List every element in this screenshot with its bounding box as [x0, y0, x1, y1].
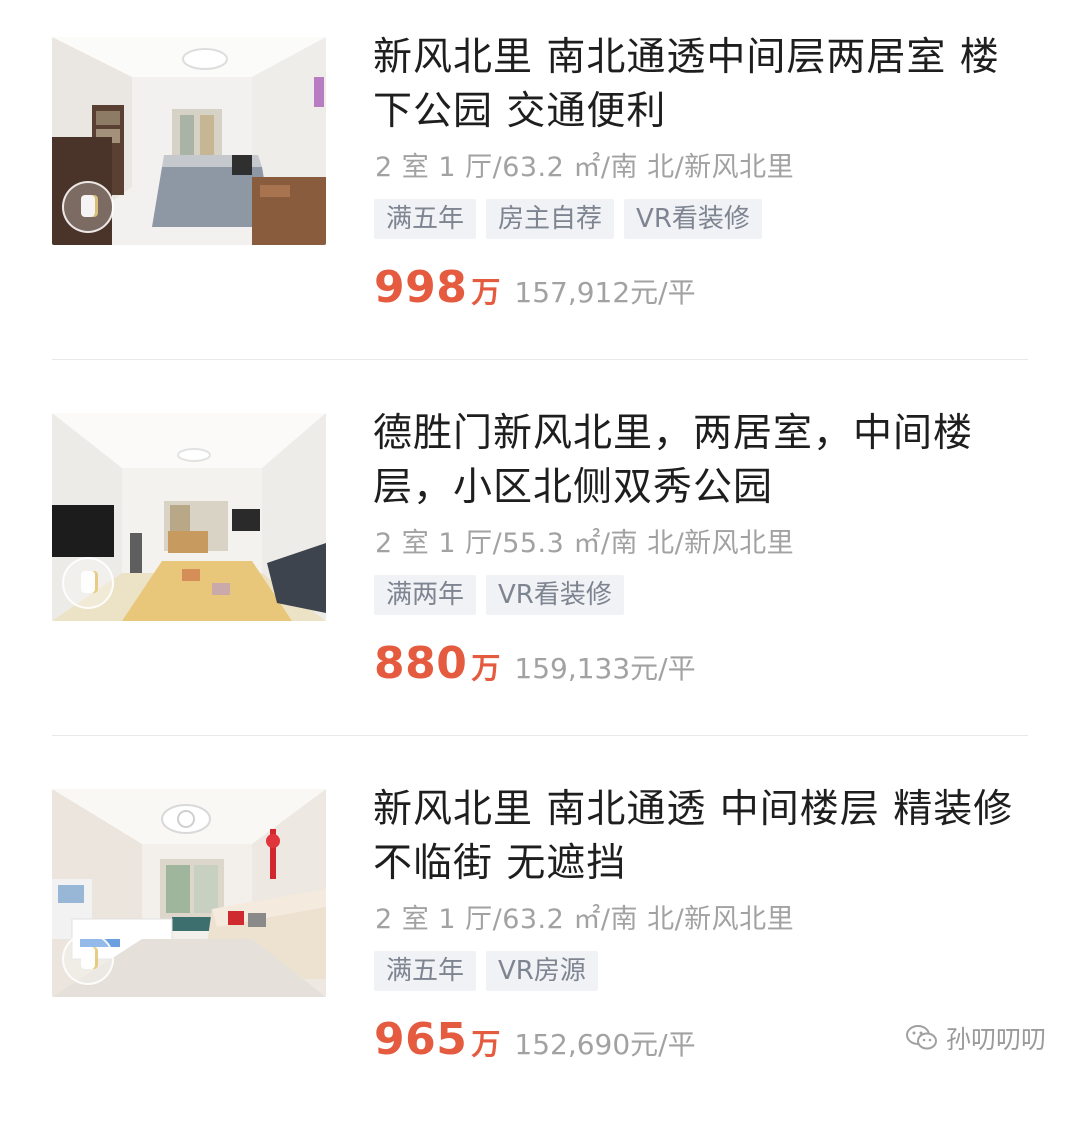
tag: 满五年	[374, 951, 477, 991]
listing-meta: 2 室 1 厅/55.3 ㎡/南 北/新风北里	[375, 528, 795, 559]
tag-list: 满五年 VR房源	[374, 951, 598, 991]
unit-price: 152,690元/平	[514, 1028, 696, 1061]
unit-price: 159,133元/平	[514, 652, 696, 685]
unit-price: 157,912元/平	[514, 276, 696, 309]
listing-meta: 2 室 1 厅/63.2 ㎡/南 北/新风北里	[375, 152, 795, 183]
listing-thumbnail[interactable]	[52, 37, 326, 245]
tag: 满五年	[374, 199, 477, 239]
tag: VR房源	[486, 951, 598, 991]
listing-title[interactable]: 新风北里 南北通透 中间楼层 精装修 不临街 无遮挡	[373, 783, 1023, 891]
listing-card[interactable]: 新风北里 南北通透 中间楼层 精装修 不临街 无遮挡 2 室 1 厅/63.2 …	[0, 752, 1080, 1128]
listing-thumbnail[interactable]	[52, 789, 326, 997]
price-unit: 万	[471, 1027, 501, 1061]
vr-panorama-icon	[62, 181, 114, 233]
tag: VR看装修	[624, 199, 762, 239]
total-price: 880	[374, 638, 468, 689]
listing-title[interactable]: 新风北里 南北通透中间层两居室 楼下公园 交通便利	[373, 31, 1023, 139]
vr-panorama-icon	[62, 933, 114, 985]
vr-panorama-icon	[62, 557, 114, 609]
watermark: 孙叨叨叨	[905, 1020, 1046, 1056]
tag: 满两年	[374, 575, 477, 615]
listing-title[interactable]: 德胜门新风北里，两居室，中间楼层，小区北侧双秀公园	[373, 407, 1023, 515]
total-price: 965	[374, 1014, 468, 1065]
tag: 房主自荐	[486, 199, 615, 239]
price-row: 998 万 157,912元/平	[374, 262, 696, 313]
divider	[52, 359, 1028, 360]
listing-card[interactable]: 新风北里 南北通透中间层两居室 楼下公园 交通便利 2 室 1 厅/63.2 ㎡…	[0, 0, 1080, 376]
price-unit: 万	[471, 651, 501, 685]
listing-card[interactable]: 德胜门新风北里，两居室，中间楼层，小区北侧双秀公园 2 室 1 厅/55.3 ㎡…	[0, 376, 1080, 752]
price-row: 880 万 159,133元/平	[374, 638, 696, 689]
listing-thumbnail[interactable]	[52, 413, 326, 621]
price-row: 965 万 152,690元/平	[374, 1014, 696, 1065]
tag: VR看装修	[486, 575, 624, 615]
watermark-text: 孙叨叨叨	[945, 1025, 1046, 1054]
tag-list: 满两年 VR看装修	[374, 575, 624, 615]
divider	[52, 735, 1028, 736]
total-price: 998	[374, 262, 468, 313]
listing-meta: 2 室 1 厅/63.2 ㎡/南 北/新风北里	[375, 904, 795, 935]
tag-list: 满五年 房主自荐 VR看装修	[374, 199, 762, 239]
price-unit: 万	[471, 275, 501, 309]
wechat-icon	[905, 1025, 937, 1050]
